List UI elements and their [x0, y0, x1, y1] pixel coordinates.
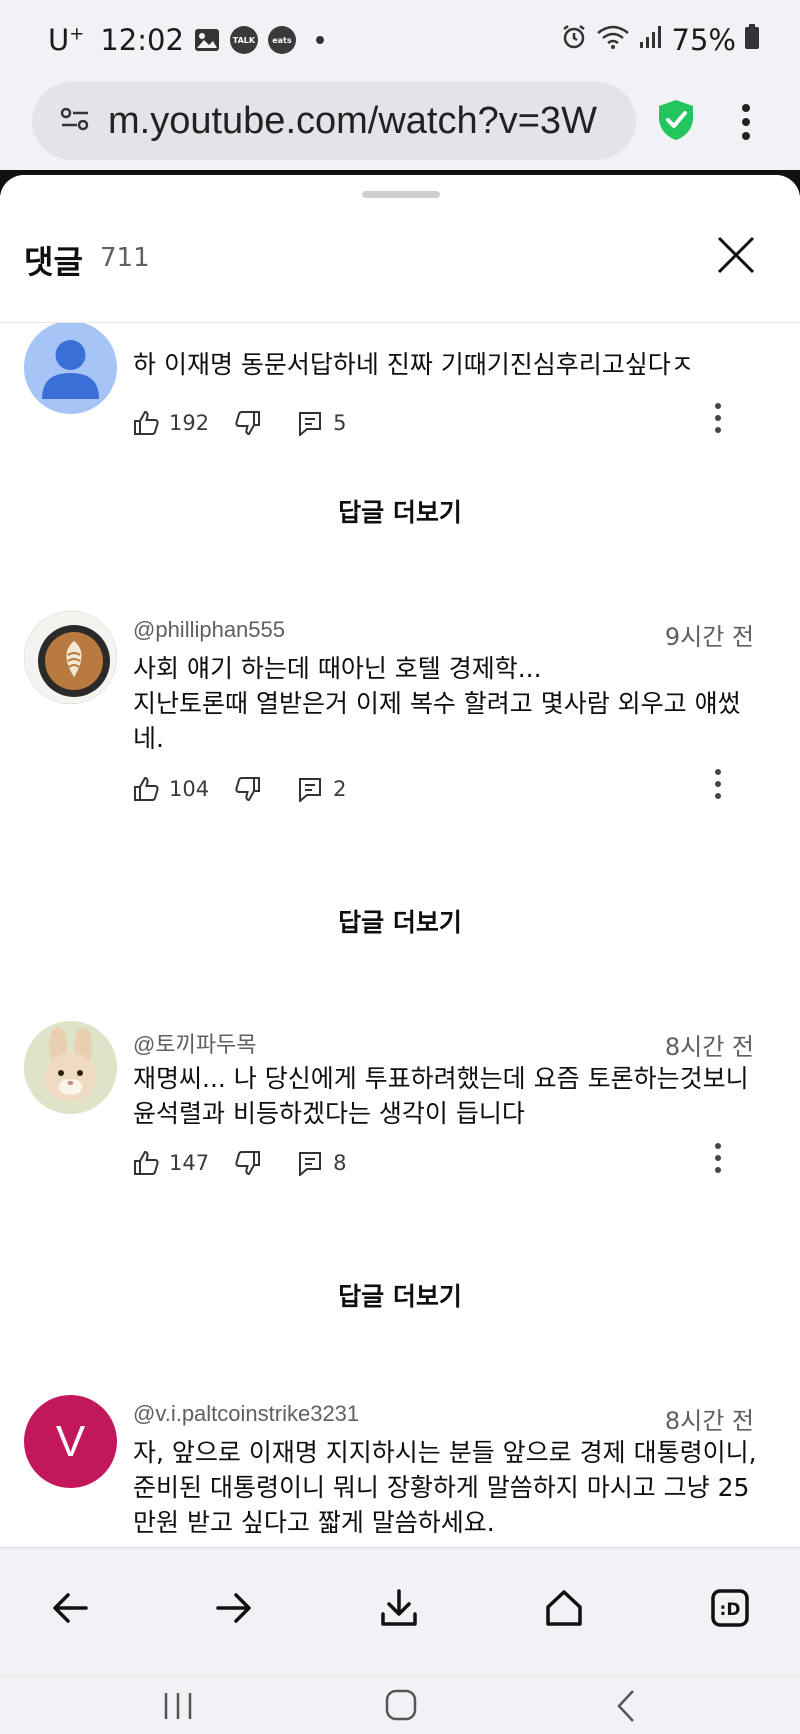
show-replies-button[interactable]: 답글 더보기	[0, 1277, 800, 1313]
comment-item: V @v.i.paltcoinstrike3231 8시간 전 자, 앞으로 이…	[0, 1395, 800, 1547]
more-notifications-dot-icon	[315, 36, 324, 44]
comment-item: @토끼파두목 8시간 전 재명씨... 나 당신에게 투표하려했는데 요즘 토론…	[0, 1021, 800, 1261]
comment-author[interactable]: @philliphan555	[133, 617, 285, 643]
letter-avatar[interactable]: V	[24, 1395, 117, 1488]
like-button[interactable]: 192	[133, 410, 209, 436]
comment-actions: 104 2	[133, 769, 346, 809]
status-bar: U+ 12:02 TALK eats 75%	[0, 0, 800, 80]
show-replies-button[interactable]: 답글 더보기	[0, 903, 800, 939]
comment-icon	[299, 1152, 322, 1176]
wifi-icon	[596, 23, 630, 57]
status-time: 12:02	[100, 23, 184, 57]
recent-apps-icon[interactable]	[160, 1690, 196, 1726]
browser-menu-icon[interactable]	[738, 102, 754, 146]
alarm-icon	[560, 23, 588, 58]
carrier-label: U+	[48, 23, 85, 57]
reply-count: 5	[333, 411, 347, 435]
shield-check-icon[interactable]	[656, 98, 696, 146]
reply-count: 8	[333, 1151, 347, 1175]
more-options-icon[interactable]	[712, 401, 724, 439]
close-icon[interactable]	[716, 235, 764, 283]
comment-count: 711	[100, 243, 150, 273]
like-button[interactable]: 104	[133, 776, 209, 802]
tabs-icon[interactable]: :D	[710, 1588, 758, 1636]
comment-text: 하 이재명 동문서답하네 진짜 기때기진심후리고싶다ㅈ	[133, 350, 694, 379]
thumbs-down-icon	[235, 777, 261, 802]
forward-arrow-icon[interactable]	[214, 1588, 262, 1636]
thumbs-down-icon	[235, 411, 261, 436]
site-settings-icon[interactable]	[60, 106, 90, 136]
url-text[interactable]: m.youtube.com/watch?v=3W	[108, 100, 597, 143]
coupang-eats-icon: eats	[267, 26, 296, 54]
bunny-avatar[interactable]	[24, 1021, 117, 1114]
thumbs-down-icon	[235, 1151, 261, 1176]
comment-actions: 192 5	[133, 403, 346, 443]
comments-sheet: 댓글 711 하 이재명 동문서답하네 진짜 기때기진심후리고싶다ㅈ 192 5…	[0, 175, 800, 1547]
reply-button[interactable]: 2	[297, 776, 346, 802]
dislike-button[interactable]	[235, 410, 261, 436]
like-button[interactable]: 147	[133, 1150, 209, 1176]
like-count: 147	[169, 1151, 210, 1175]
comment-time: 9시간 전	[664, 623, 754, 651]
back-arrow-icon[interactable]	[50, 1588, 98, 1636]
comment-author[interactable]: @토끼파두목	[133, 1027, 257, 1059]
battery-percent: 75%	[671, 23, 736, 57]
comment-text: 사회 얘기 하는데 때아닌 호텔 경제학... 지난토론때 열받은거 이제 복수…	[133, 654, 741, 753]
comments-header: 댓글 711	[0, 175, 800, 323]
home-icon[interactable]	[544, 1588, 592, 1636]
home-button-icon[interactable]	[384, 1688, 418, 1726]
svg-text::D: :D	[720, 1600, 741, 1620]
comment-text: 자, 앞으로 이재명 지지하시는 분들 앞으로 경제 대통령이니, 준비된 대통…	[133, 1438, 757, 1537]
system-back-icon[interactable]	[614, 1688, 638, 1728]
comment-actions: 147 8	[133, 1143, 346, 1183]
comment-icon	[299, 412, 322, 436]
system-navigation-bar	[0, 1675, 800, 1734]
comment-icon	[299, 778, 322, 802]
signal-icon	[638, 23, 664, 57]
thumbs-up-icon	[134, 410, 159, 435]
more-options-icon[interactable]	[712, 1141, 724, 1179]
latte-art-avatar[interactable]	[24, 611, 117, 704]
comment-item: @philliphan555 9시간 전 사회 얘기 하는데 때아닌 호텔 경제…	[0, 611, 800, 871]
reply-count: 2	[333, 777, 347, 801]
gallery-icon	[194, 28, 220, 52]
comment-author[interactable]: @v.i.paltcoinstrike3231	[133, 1401, 359, 1427]
browser-toolbar: m.youtube.com/watch?v=3W	[0, 80, 800, 170]
show-replies-button[interactable]: 답글 더보기	[0, 493, 800, 529]
dislike-button[interactable]	[235, 1150, 261, 1176]
more-options-icon[interactable]	[712, 767, 724, 805]
reply-button[interactable]: 5	[297, 410, 346, 436]
comment-text: 재명씨... 나 당신에게 투표하려했는데 요즘 토론하는것보니 윤석렬과 비등…	[133, 1064, 749, 1128]
reply-button[interactable]: 8	[297, 1150, 346, 1176]
comments-list: 하 이재명 동문서답하네 진짜 기때기진심후리고싶다ㅈ 192 5 답글 더보기	[0, 323, 800, 1547]
dislike-button[interactable]	[235, 776, 261, 802]
download-icon[interactable]	[379, 1588, 427, 1636]
browser-bottom-bar: :D	[0, 1547, 800, 1675]
like-count: 104	[169, 777, 210, 801]
thumbs-up-icon	[134, 1150, 159, 1175]
address-bar[interactable]: m.youtube.com/watch?v=3W	[32, 82, 636, 160]
like-count: 192	[169, 411, 210, 435]
comment-time: 8시간 전	[664, 1033, 754, 1061]
thumbs-up-icon	[134, 776, 159, 801]
kakaotalk-icon: TALK	[229, 26, 258, 54]
comments-title: 댓글	[24, 243, 83, 281]
drag-handle[interactable]	[362, 191, 440, 198]
comment-time: 8시간 전	[664, 1407, 754, 1435]
battery-icon	[744, 23, 760, 57]
default-person-avatar[interactable]	[24, 323, 117, 414]
